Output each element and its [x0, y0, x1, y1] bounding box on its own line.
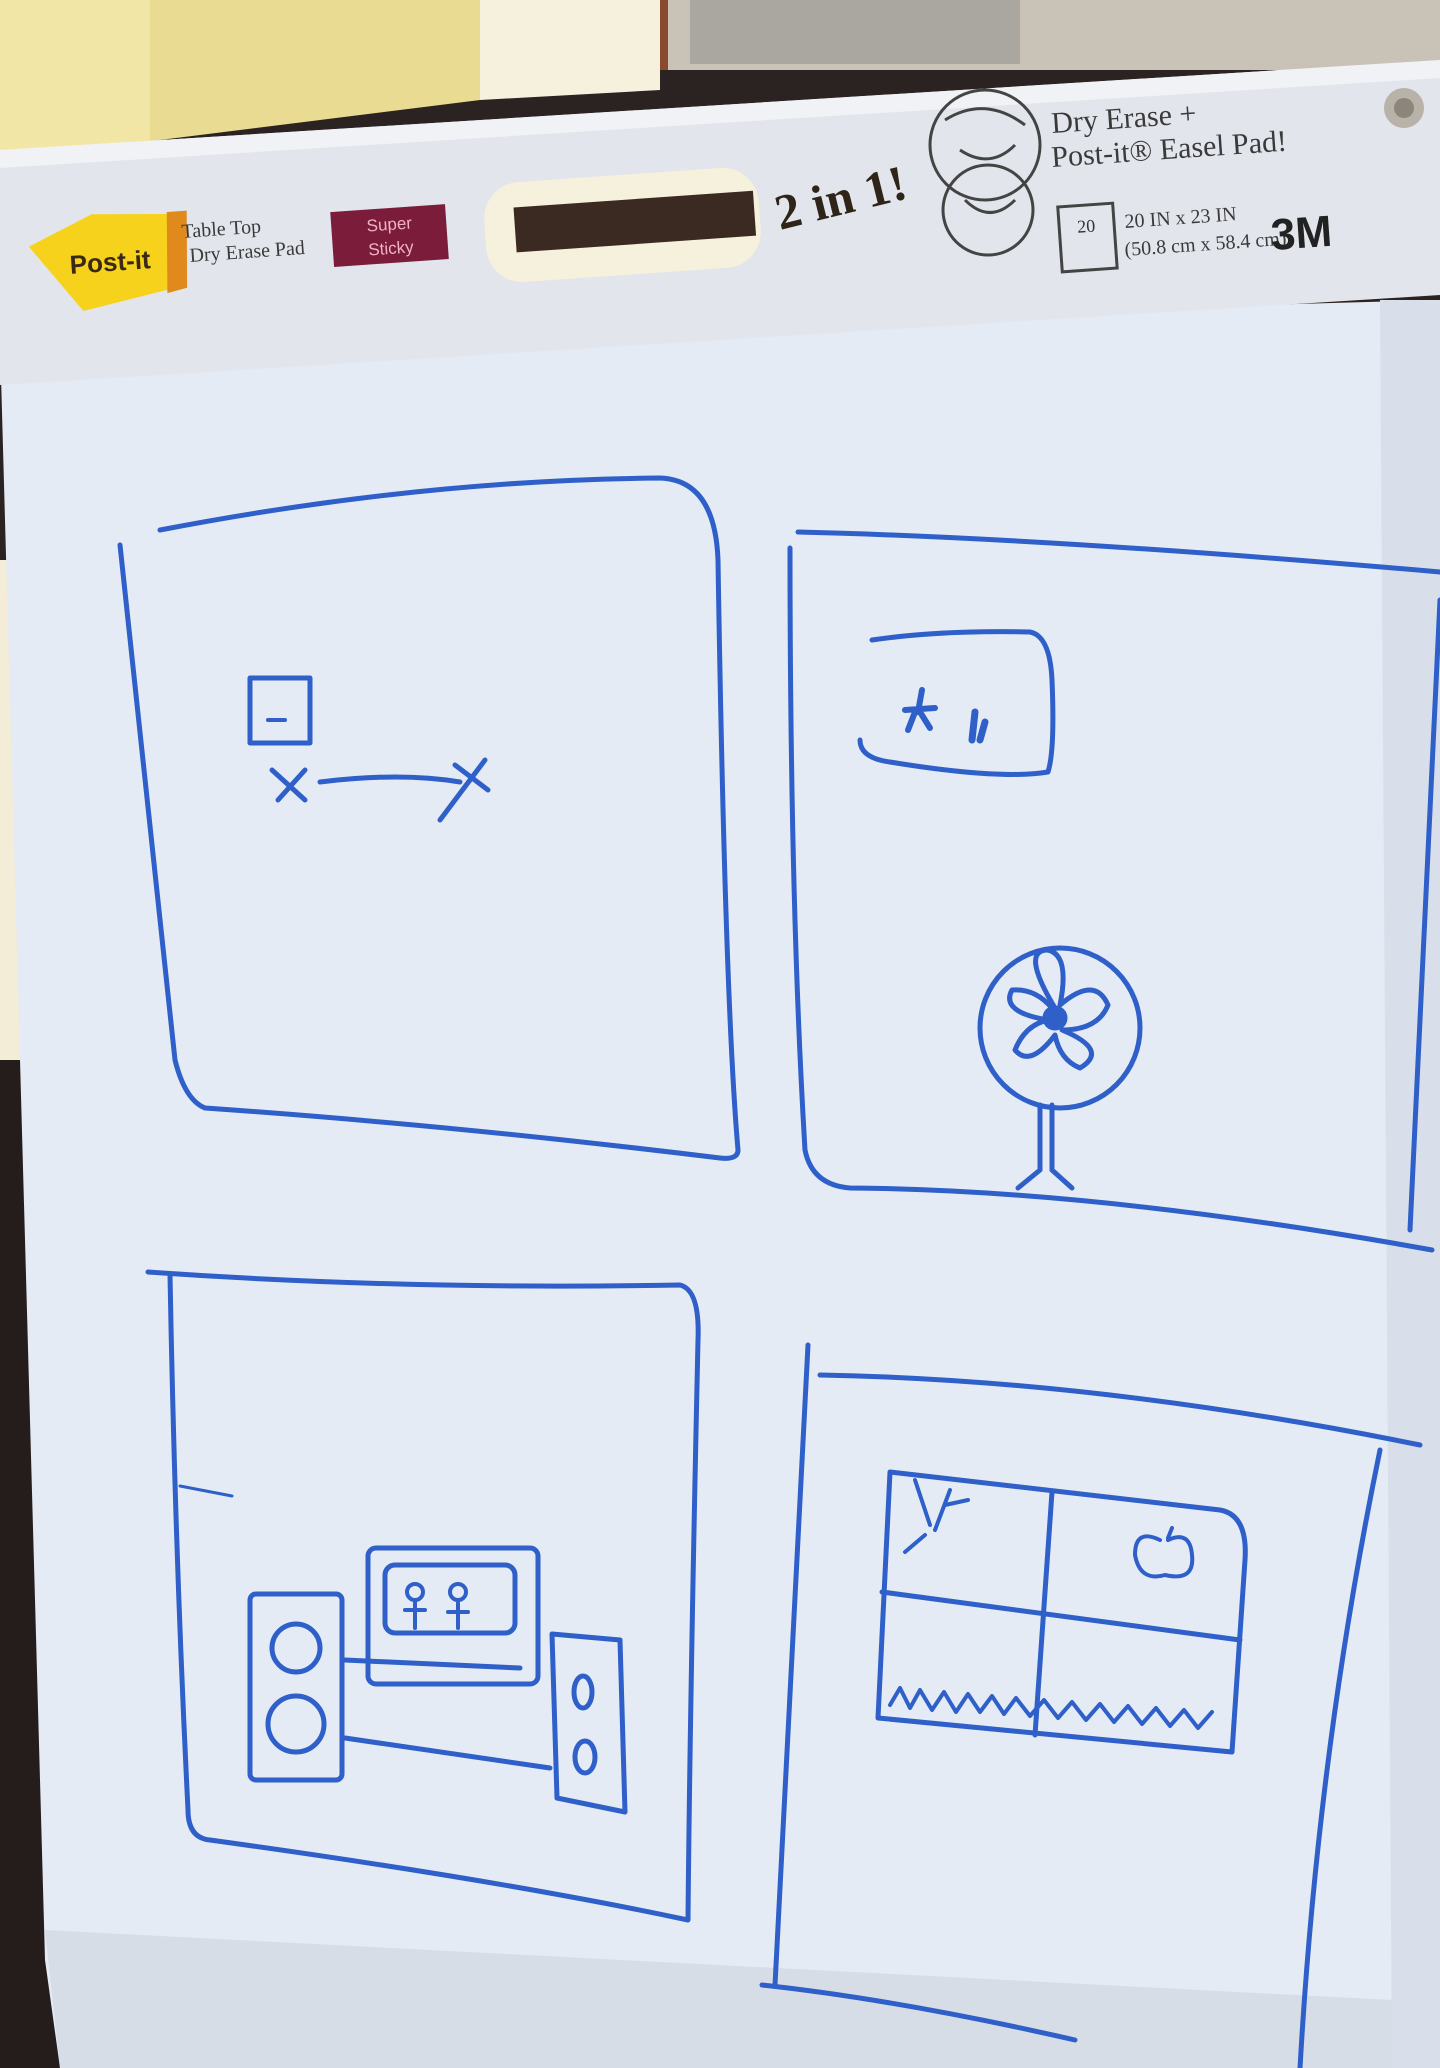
easel-pad-photo: Post-it Table Top Dry Erase Pad Super St…	[0, 0, 1440, 2068]
svg-text:20: 20	[1076, 215, 1095, 236]
svg-text:Super: Super	[366, 213, 413, 235]
super-sticky-badge: Super Sticky	[330, 204, 449, 267]
svg-text:Post-it: Post-it	[69, 244, 152, 280]
brand-logo: 3M	[1269, 207, 1333, 260]
svg-text:Sticky: Sticky	[368, 237, 415, 259]
